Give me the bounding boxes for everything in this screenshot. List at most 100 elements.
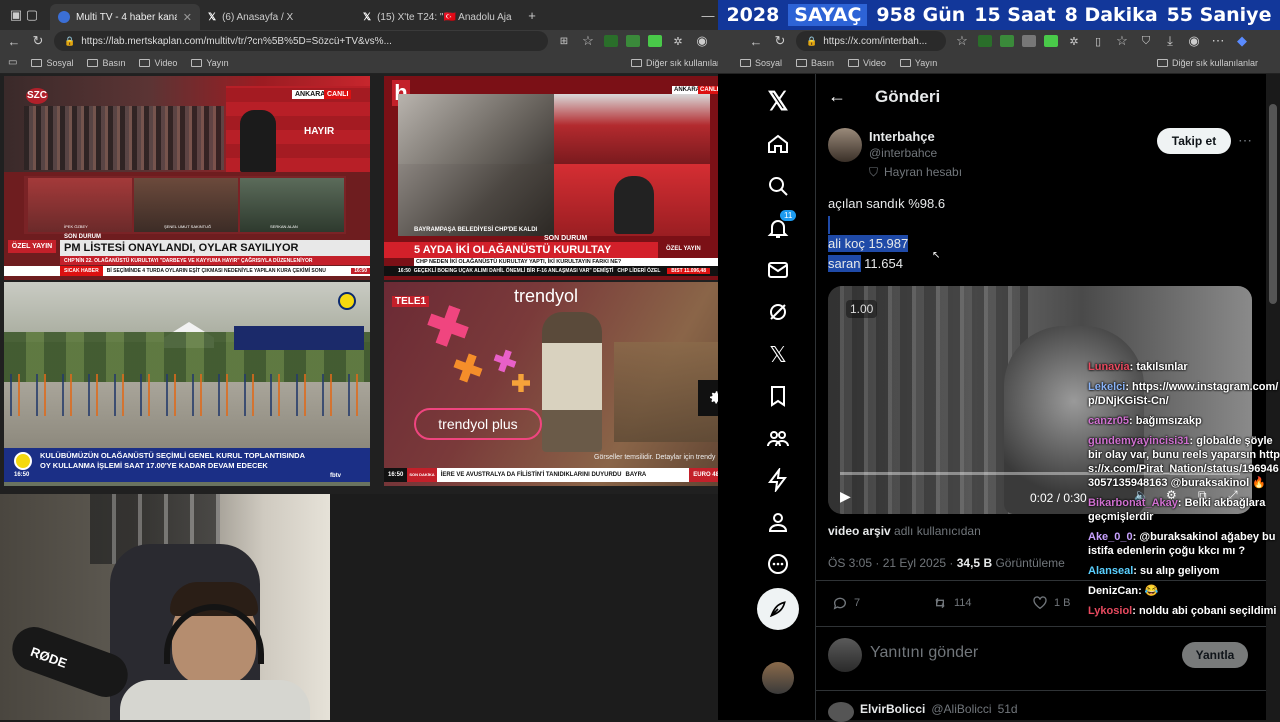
account-switcher[interactable]	[740, 662, 816, 694]
bookmark-label: Sosyal	[46, 57, 74, 68]
star-icon[interactable]: ☆	[954, 33, 970, 49]
feather-icon	[769, 601, 786, 618]
nav-bookmarks[interactable]	[740, 384, 816, 408]
nav-explore[interactable]	[740, 174, 816, 198]
tv-tile-szc[interactable]: HAYIR SZC ANKARA CANLI İPEK ÖZBEY ŞENEL …	[4, 76, 370, 280]
extension-green-icon[interactable]	[1000, 35, 1014, 47]
bookmark-other[interactable]: Diğer sık kullanılanlar	[630, 58, 732, 68]
stream-chat-overlay: Lunavia: takılsınlar Lekelci: https://ww…	[1088, 360, 1280, 624]
reload-icon[interactable]: ↻	[30, 33, 46, 49]
nav-profile[interactable]	[740, 510, 816, 534]
tab-x-home[interactable]: 𝕏 (6) Anasayfa / X	[200, 4, 355, 30]
bookmark-sosyal[interactable]: Sosyal	[31, 58, 73, 68]
workspaces-icon[interactable]: ▣	[8, 7, 24, 23]
post-options-button[interactable]: ⋯	[1238, 132, 1252, 149]
close-icon[interactable]: ✕	[183, 11, 192, 24]
author-label: ⛉ Hayran hesabı	[869, 165, 962, 180]
szc-wall-text: HAYIR	[304, 126, 335, 137]
extension-green-icon[interactable]	[626, 35, 640, 47]
compose-post-button[interactable]	[740, 588, 816, 630]
author-name[interactable]: Interbahçe	[869, 129, 935, 144]
back-button[interactable]: ←	[828, 86, 846, 107]
bookmark-basin[interactable]: Basın	[87, 58, 125, 68]
tab-actions-icon[interactable]: ▢	[24, 7, 40, 23]
post-timestamp[interactable]: ÖS 3:05 · 21 Eyl 2025 ·	[828, 556, 957, 570]
reply-action[interactable]: 7	[832, 595, 860, 611]
countdown-label: SAYAÇ	[788, 4, 868, 26]
nav-more[interactable]	[740, 552, 816, 576]
lock-icon: 🔒	[806, 35, 818, 46]
extension-lime-icon[interactable]	[648, 35, 662, 47]
bookmark-video[interactable]: Video	[139, 58, 177, 68]
star-icon[interactable]: ☆	[580, 33, 596, 49]
back-icon[interactable]: ←	[748, 34, 764, 49]
extension-hd-icon[interactable]	[604, 35, 618, 47]
author-avatar[interactable]	[828, 128, 862, 162]
video-source-user[interactable]: video arşiv	[828, 524, 891, 538]
favorites-icon[interactable]: ☆	[1114, 33, 1130, 49]
extensions-grid-icon[interactable]: ⊞	[556, 36, 572, 47]
x-logo-link[interactable]: 𝕏	[740, 86, 816, 117]
scrollbar-thumb[interactable]	[1269, 104, 1277, 304]
menu-dots-icon[interactable]: ⋯	[1210, 33, 1226, 49]
bookmark-video[interactable]: Video	[848, 58, 886, 68]
tab-x-t24[interactable]: 𝕏 (15) X'te T24: "🇹🇷 Anadolu Ajansı	[355, 4, 520, 30]
bookmark-yayin[interactable]: Yayın	[191, 58, 229, 68]
url-field[interactable]: 🔒 https://lab.mertskaplan.com/multitv/tr…	[54, 31, 548, 51]
extension-lime-icon[interactable]	[1044, 35, 1058, 47]
szc-ticker: SICAK HABER Bİ SEÇİMİNDE 4 TURDA OYLARIN…	[4, 266, 370, 276]
extension-hd-icon[interactable]	[978, 35, 992, 47]
x-sidebar: 𝕏 11 𝕏	[740, 74, 816, 720]
countdown-seconds: 55 Saniye	[1166, 4, 1272, 26]
bookmark-basin[interactable]: Basın	[796, 58, 834, 68]
halk-live: CANLI	[698, 86, 721, 94]
profile-avatar-icon[interactable]: ◉	[694, 33, 710, 49]
repost-action[interactable]: 114	[932, 595, 972, 611]
webcam-streamer-body	[120, 680, 310, 720]
nav-communities[interactable]	[740, 426, 816, 450]
bookmark-sosyal[interactable]: Sosyal	[740, 58, 782, 68]
bookmark-label: Basın	[811, 57, 835, 68]
folder-icon	[1156, 58, 1168, 67]
url-field[interactable]: 🔒 https://x.com/interbah...	[796, 31, 946, 51]
reply-button[interactable]: Yanıtla	[1182, 642, 1248, 668]
minimize-icon[interactable]: —	[700, 8, 716, 23]
reply-item[interactable]: ElvirBolicci @AliBolicci 51d	[828, 702, 1248, 722]
video-source: video arşiv adlı kullanıcıdan	[828, 524, 981, 538]
download-icon[interactable]: ⤓	[1162, 33, 1178, 49]
bookmarks-bar: ▭ Sosyal Basın Video Yayın Diğer sık kul…	[0, 52, 740, 74]
countdown-year: 2028	[726, 4, 780, 26]
nav-messages[interactable]	[740, 258, 816, 282]
puzzle-icon[interactable]: ✲	[670, 35, 686, 48]
nav-grok[interactable]	[740, 300, 816, 324]
shield-icon[interactable]: ⛉	[1138, 35, 1154, 48]
bookmark-other[interactable]: Diğer sık kullanılanlar	[1156, 58, 1258, 68]
back-icon[interactable]: ←	[6, 34, 22, 49]
tab-multitv[interactable]: Multi TV - 4 haber kanalını a ✕	[50, 4, 200, 30]
tv-tile-halk[interactable]: h ANKARA CANLI BAYRAMPAŞA BELEDİYESİ CHP…	[384, 76, 738, 280]
folder-icon	[899, 58, 911, 67]
play-icon[interactable]: ▶	[840, 488, 851, 505]
tv-tile-tele1[interactable]: TELE1 trendyol trendyol plus Görseller t…	[384, 282, 738, 486]
chat-message: Lykosiol: noldu abi çobani seçildimi	[1088, 605, 1277, 617]
follow-button[interactable]: Takip et	[1157, 128, 1231, 154]
reply-input[interactable]: Yanıtını gönder	[870, 644, 978, 662]
reply-age: 51d	[997, 702, 1018, 716]
nav-verified-orgs[interactable]	[740, 468, 816, 492]
bookmark-yayin[interactable]: Yayın	[899, 57, 938, 68]
profile-avatar-icon[interactable]: ◉	[1186, 33, 1202, 49]
nav-notifications[interactable]: 11	[740, 210, 816, 245]
nav-home[interactable]	[740, 132, 816, 156]
like-action[interactable]: 1 B	[1032, 595, 1071, 611]
tv-tile-sport[interactable]: KULÜBÜMÜZÜN OLAĞANÜSTÜ SEÇİMLİ GENEL KUR…	[4, 282, 370, 486]
copilot-icon[interactable]: ◆	[1234, 33, 1250, 49]
bookmark-label: Yayın	[914, 57, 938, 68]
nav-x-premium[interactable]: 𝕏	[740, 342, 816, 368]
new-tab-icon[interactable]: +	[524, 8, 540, 23]
split-screen-icon[interactable]: ▯	[1090, 35, 1106, 48]
extension-grey-icon[interactable]	[1022, 35, 1036, 47]
reload-icon[interactable]: ↻	[772, 33, 788, 49]
sport-headline: KULÜBÜMÜZÜN OLAĞANÜSTÜ SEÇİMLİ GENEL KUR…	[40, 451, 305, 460]
puzzle-icon[interactable]: ✲	[1066, 35, 1082, 48]
author-handle[interactable]: @interbahce	[869, 146, 937, 160]
